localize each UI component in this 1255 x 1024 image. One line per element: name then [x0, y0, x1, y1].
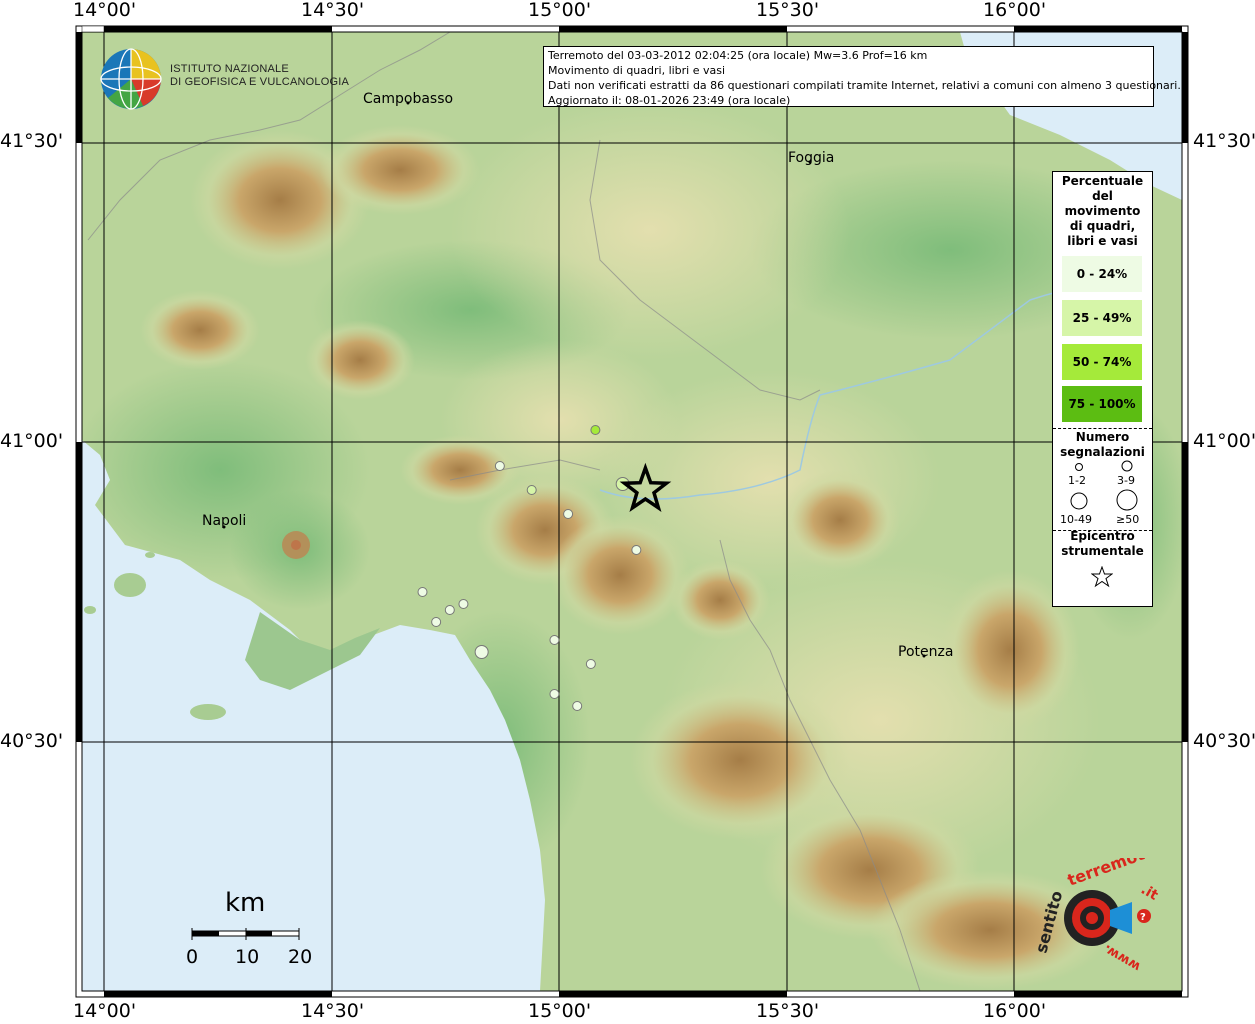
- observation-point: [494, 461, 505, 471]
- scale-label-20: 20: [288, 946, 313, 968]
- observation-point: [549, 689, 560, 699]
- event-info-line: Dati non verificati estratti da 86 quest…: [548, 79, 1181, 92]
- lon-tick-top-2: 14°30': [301, 0, 365, 21]
- lat-tick-right-3: 40°30': [1193, 730, 1255, 752]
- lon-tick-bottom-2: 14°30': [301, 1000, 365, 1022]
- scale-label-10: 10: [235, 946, 260, 968]
- legend-epicenter-title: Epicentro strumentale: [1061, 529, 1144, 558]
- legend-panel: Percentuale del movimento di quadri, lib…: [1052, 171, 1153, 607]
- observation-point: [549, 635, 560, 645]
- city-label-campobasso: Campobasso: [363, 91, 454, 107]
- legend-star-icon: [1091, 566, 1113, 588]
- observation-point: [444, 605, 455, 615]
- observation-point: [431, 617, 442, 627]
- observation-point: [590, 425, 601, 435]
- lat-tick-left-3: 40°30': [0, 730, 64, 752]
- scale-title: km: [225, 888, 266, 918]
- event-info-line: Terremoto del 03-03-2012 02:04:25 (ora l…: [548, 49, 928, 62]
- legend-class-50-74: 50 - 74%: [1062, 344, 1142, 380]
- scale-bar-graphic: [191, 928, 300, 940]
- legend-class-25-49: 25 - 49%: [1062, 300, 1142, 336]
- scale-label-0: 0: [186, 946, 199, 968]
- event-info-box: Terremoto del 03-03-2012 02:04:25 (ora l…: [543, 46, 1181, 107]
- lon-tick-top-4: 15°30': [756, 0, 820, 21]
- observation-point: [417, 587, 428, 597]
- haisentitoilterremoto-logo: ? sentito terremoto .it www.: [1032, 858, 1161, 974]
- lat-tick-left-2: 41°00': [0, 430, 64, 452]
- lat-tick-left-1: 41°30': [0, 130, 64, 152]
- observation-point: [474, 645, 489, 659]
- ingv-logo-text: ISTITUTO NAZIONALE DI GEOFISICA E VULCAN…: [170, 63, 349, 88]
- observation-point: [585, 659, 596, 669]
- legend-divider: [1053, 428, 1152, 429]
- svg-text:?: ?: [1140, 912, 1146, 923]
- legend-count-1-2: 1-2: [1068, 474, 1086, 487]
- event-info-line: Movimento di quadri, libri e vasi: [548, 64, 726, 77]
- legend-count-50plus: ≥50: [1116, 513, 1140, 526]
- svg-text:.it: .it: [1138, 882, 1161, 904]
- legend-title: Percentuale del movimento di quadri, lib…: [1061, 174, 1144, 248]
- lon-tick-top-5: 16°00': [983, 0, 1047, 21]
- lon-tick-top-1: 14°00': [73, 0, 137, 21]
- observation-point: [563, 509, 574, 519]
- lon-tick-bottom-4: 15°30': [756, 1000, 820, 1022]
- observation-point: [572, 701, 583, 711]
- observation-point: [526, 485, 537, 495]
- ingv-logo: [100, 48, 162, 110]
- observation-point: [458, 599, 469, 609]
- legend-count-title: Numero segnalazioni: [1060, 430, 1145, 459]
- svg-text:www.: www.: [1101, 941, 1143, 974]
- event-info-line: Aggiornato il: 08-01-2026 23:49 (ora loc…: [548, 94, 791, 107]
- lat-tick-right-1: 41°30': [1193, 130, 1255, 152]
- observation-point: [631, 545, 642, 555]
- scale-bar: km 0 10 20: [185, 888, 315, 978]
- lon-tick-top-3: 15°00': [528, 0, 592, 21]
- legend-count-symbols: [1070, 460, 1138, 511]
- city-label-napoli: Napoli: [202, 513, 247, 529]
- legend-class-75-100: 75 - 100%: [1062, 386, 1142, 422]
- legend-count-3-9: 3-9: [1117, 474, 1135, 487]
- lon-tick-bottom-3: 15°00': [528, 1000, 592, 1022]
- svg-text:sentito: sentito: [1032, 889, 1066, 955]
- lon-tick-bottom-5: 16°00': [983, 1000, 1047, 1022]
- legend-class-0-24: 0 - 24%: [1062, 256, 1142, 292]
- lat-tick-right-2: 41°00': [1193, 430, 1255, 452]
- city-label-foggia: Foggia: [788, 150, 835, 166]
- lon-tick-bottom-1: 14°00': [73, 1000, 137, 1022]
- legend-count-10-49: 10-49: [1060, 513, 1092, 526]
- city-label-potenza: Potenza: [898, 644, 954, 660]
